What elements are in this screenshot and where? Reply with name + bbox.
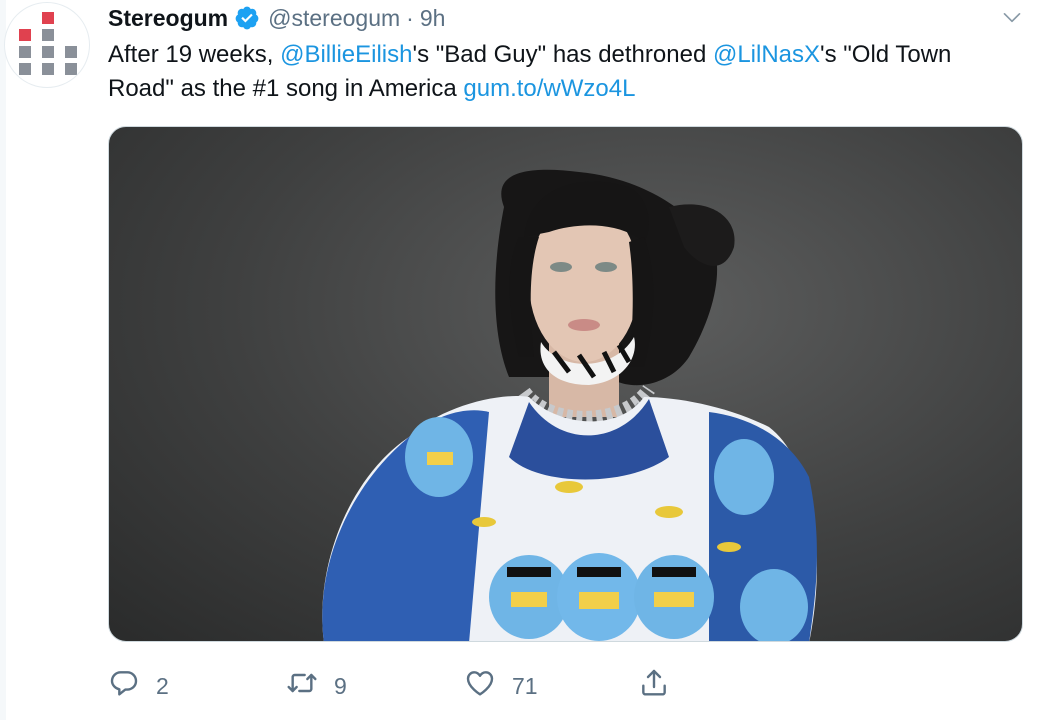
mention-lilnasx[interactable]: @LilNasX xyxy=(713,41,820,68)
tweet-header: Stereogum @stereogum · 9h xyxy=(108,4,445,32)
share-button[interactable] xyxy=(638,666,670,706)
like-button[interactable]: 71 xyxy=(464,666,538,706)
photo-illustration xyxy=(322,169,817,641)
timestamp[interactable]: 9h xyxy=(420,5,446,32)
logo-block xyxy=(42,12,54,24)
tweet-text: After 19 weeks, @BillieEilish's "Bad Guy… xyxy=(108,38,1018,106)
logo-block xyxy=(65,46,77,58)
logo-block xyxy=(19,29,31,41)
text-segment: After 19 weeks, xyxy=(108,41,281,68)
user-handle[interactable]: @stereogum xyxy=(268,5,400,32)
logo-block xyxy=(42,29,54,41)
tweet[interactable]: Stereogum @stereogum · 9h After 19 weeks… xyxy=(0,0,1044,720)
logo-block xyxy=(19,46,31,58)
separator-dot: · xyxy=(406,4,414,31)
verified-badge-icon xyxy=(234,5,260,31)
reply-button[interactable]: 2 xyxy=(108,666,169,706)
mention-billieeilish[interactable]: @BillieEilish xyxy=(280,41,412,68)
text-segment: 's "Bad Guy" has dethroned xyxy=(412,41,713,68)
share-icon xyxy=(638,667,670,705)
logo-block xyxy=(19,63,31,75)
timeline-rail xyxy=(0,0,6,720)
reply-count: 2 xyxy=(156,672,169,699)
avatar[interactable] xyxy=(4,2,90,88)
tweet-link[interactable]: gum.to/wWzo4L xyxy=(463,75,635,102)
heart-icon xyxy=(464,667,496,705)
retweet-icon xyxy=(286,667,318,705)
like-count: 71 xyxy=(512,672,538,699)
chevron-down-icon[interactable] xyxy=(1002,8,1022,28)
reply-icon xyxy=(108,667,140,705)
logo-block xyxy=(65,63,77,75)
retweet-count: 9 xyxy=(334,672,347,699)
tweet-photo[interactable] xyxy=(108,126,1023,642)
retweet-button[interactable]: 9 xyxy=(286,666,347,706)
tweet-actions: 2 9 71 xyxy=(108,666,708,706)
logo-block xyxy=(42,63,54,75)
display-name[interactable]: Stereogum xyxy=(108,5,228,32)
logo-block xyxy=(42,46,54,58)
